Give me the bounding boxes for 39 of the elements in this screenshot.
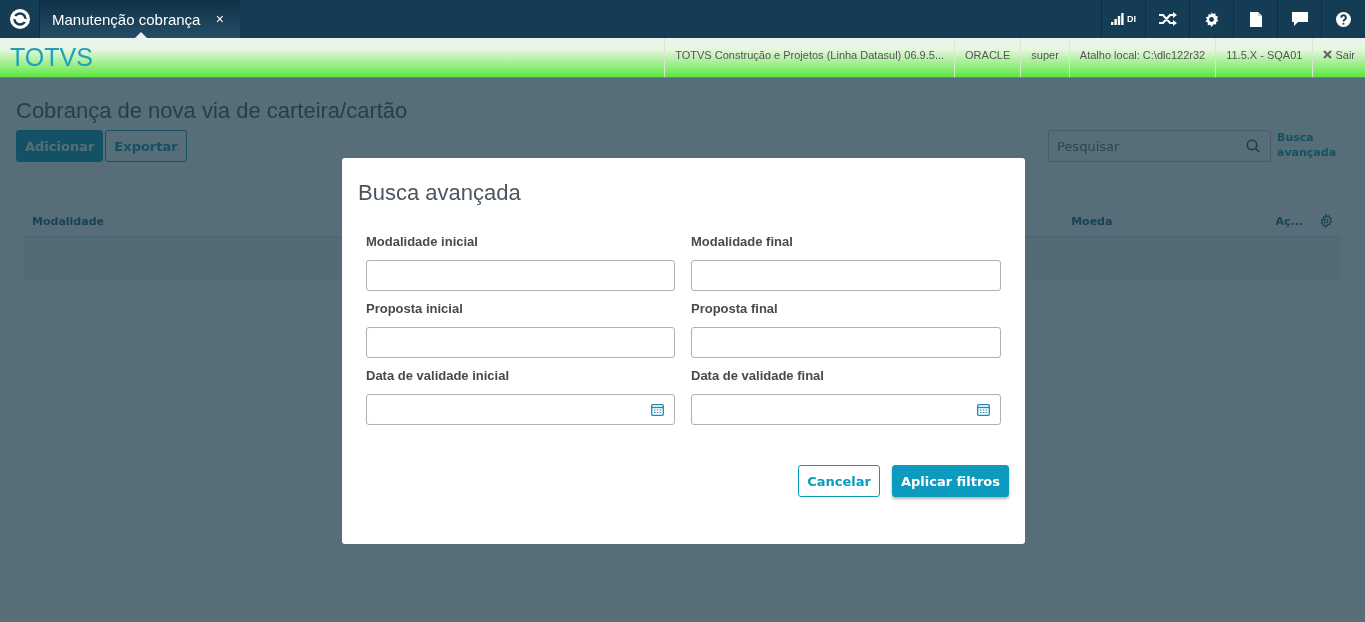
field-label: Proposta inicial — [366, 301, 464, 316]
field-label: Modalidade inicial — [366, 234, 479, 249]
calendar-icon[interactable] — [651, 403, 664, 416]
dialog-title: Busca avançada — [358, 180, 522, 206]
chat-icon[interactable] — [1291, 12, 1308, 26]
document-icon[interactable] — [1249, 11, 1262, 27]
logout-button[interactable]: Sair — [1312, 38, 1365, 77]
calendar-icon[interactable] — [977, 403, 990, 416]
input-field[interactable] — [366, 260, 675, 291]
date-field[interactable] — [366, 394, 675, 425]
connection-label: DI — [1127, 14, 1136, 24]
dialog-button[interactable]: Cancelar — [798, 465, 880, 497]
field-label: Proposta final — [691, 301, 779, 316]
help-icon[interactable] — [1336, 11, 1351, 27]
close-icon[interactable] — [1323, 50, 1333, 59]
app-tab[interactable]: Manutenção cobrança × — [40, 0, 240, 38]
column-header: Aç... — [1275, 214, 1303, 228]
close-button[interactable]: × — [215, 11, 224, 27]
logo-icon[interactable] — [8, 8, 31, 30]
input-field[interactable] — [366, 327, 675, 358]
input-field[interactable] — [691, 260, 1001, 291]
session-info: TOTVS Construção e Projetos (Linha Datasul) 06.9.5... — [664, 38, 955, 77]
column-header: Modalidade — [32, 214, 104, 228]
signal-icon — [1111, 13, 1124, 25]
tab-label[interactable]: Manutenção cobrança — [52, 10, 201, 28]
session-info: ORACLE — [954, 38, 1021, 77]
input-field[interactable] — [691, 327, 1001, 358]
field-label: Data de validade inicial — [366, 368, 511, 383]
field-label: Data de validade final — [691, 368, 825, 383]
brand-logo: TOTVS — [9, 43, 93, 72]
column-header: Moeda — [1071, 214, 1113, 228]
shuffle-icon[interactable] — [1158, 12, 1177, 26]
session-info: 11.5.X - SQA01 — [1215, 38, 1313, 77]
session-info: super — [1020, 38, 1069, 77]
session-info: Atalho local: C:\dlc122r32 — [1068, 38, 1216, 77]
dialog-button[interactable]: Aplicar filtros — [891, 465, 1009, 497]
settings-icon[interactable] — [1204, 11, 1219, 27]
field-label: Modalidade final — [691, 234, 794, 249]
date-field[interactable] — [691, 394, 1001, 425]
